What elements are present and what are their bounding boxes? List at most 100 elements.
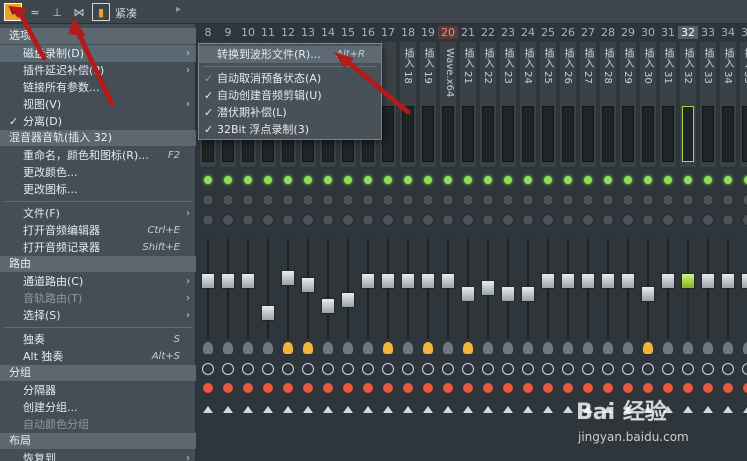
mixer-strip[interactable]: 24 插入 24 (518, 24, 538, 461)
enable-led-icon[interactable] (224, 176, 232, 184)
route-arrow-icon[interactable] (743, 406, 747, 413)
enable-led-icon[interactable] (324, 176, 332, 184)
route-arrow-icon[interactable] (303, 406, 313, 413)
route-arrow-icon[interactable] (343, 406, 353, 413)
stereo-knob[interactable] (342, 214, 354, 226)
menu-item[interactable]: 磁盘录制(D) › (0, 45, 196, 62)
volume-fader[interactable] (521, 285, 535, 302)
clock-icon[interactable] (622, 363, 634, 375)
volume-fader[interactable] (601, 273, 615, 290)
clock-icon[interactable] (742, 363, 747, 375)
clock-icon[interactable] (722, 363, 734, 375)
stereo-knob[interactable] (282, 214, 294, 226)
pan-knob[interactable] (602, 194, 614, 206)
mixer-strip[interactable]: 22 插入 22 (478, 24, 498, 461)
bulb-icon[interactable] (263, 342, 273, 354)
bulb-icon[interactable] (603, 342, 613, 354)
enable-led-icon[interactable] (384, 176, 392, 184)
menu-item[interactable]: 创建分组... (0, 399, 196, 416)
record-arm-icon[interactable] (283, 383, 293, 393)
record-arm-icon[interactable] (223, 383, 233, 393)
volume-fader[interactable] (241, 273, 255, 290)
menu-item[interactable]: 视图(V) › (0, 96, 196, 113)
volume-fader[interactable] (661, 273, 675, 290)
clock-icon[interactable] (322, 363, 334, 375)
stereo-knob[interactable] (722, 214, 734, 226)
pan-knob[interactable] (462, 194, 474, 206)
pan-knob[interactable] (542, 194, 554, 206)
strip-number[interactable]: 29 (618, 26, 638, 39)
record-arm-icon[interactable] (263, 383, 273, 393)
pan-knob[interactable] (662, 194, 674, 206)
stereo-knob[interactable] (662, 214, 674, 226)
stereo-knob[interactable] (222, 214, 234, 226)
bulb-icon[interactable] (643, 342, 653, 354)
pan-knob[interactable] (382, 194, 394, 206)
submenu-item[interactable]: ✓ 自动取消预备状态(A) (199, 70, 381, 87)
pan-knob[interactable] (562, 194, 574, 206)
strip-number[interactable]: 13 (298, 26, 318, 39)
menu-item[interactable]: 插件延迟补偿(P) › (0, 62, 196, 79)
record-arm-icon[interactable] (243, 383, 253, 393)
enable-led-icon[interactable] (444, 176, 452, 184)
volume-fader[interactable] (381, 273, 395, 290)
route-arrow-icon[interactable] (243, 406, 253, 413)
pan-knob[interactable] (622, 194, 634, 206)
volume-fader[interactable] (561, 273, 575, 290)
route-arrow-icon[interactable] (383, 406, 393, 413)
bulb-icon[interactable] (303, 342, 313, 354)
clock-icon[interactable] (442, 363, 454, 375)
bulb-icon[interactable] (703, 342, 713, 354)
stereo-knob[interactable] (302, 214, 314, 226)
enable-led-icon[interactable] (344, 176, 352, 184)
route-arrow-icon[interactable] (403, 406, 413, 413)
clock-icon[interactable] (562, 363, 574, 375)
pan-knob[interactable] (322, 194, 334, 206)
stereo-knob[interactable] (682, 214, 694, 226)
clock-icon[interactable] (642, 363, 654, 375)
clock-icon[interactable] (382, 363, 394, 375)
bulb-icon[interactable] (543, 342, 553, 354)
enable-led-icon[interactable] (304, 176, 312, 184)
pan-knob[interactable] (582, 194, 594, 206)
menu-item[interactable]: 更改颜色... (0, 164, 196, 181)
mixer-strip[interactable]: 19 插入 19 (418, 24, 438, 461)
stereo-knob[interactable] (582, 214, 594, 226)
pan-knob[interactable] (742, 194, 747, 206)
menu-item[interactable]: 文件(F) › (0, 205, 196, 222)
mixer-strip[interactable]: 35 插入 35 (738, 24, 747, 461)
volume-fader[interactable] (361, 273, 375, 290)
strip-number[interactable]: 21 (458, 26, 478, 39)
enable-led-icon[interactable] (684, 176, 692, 184)
clock-icon[interactable] (262, 363, 274, 375)
volume-fader[interactable] (321, 298, 335, 315)
clock-icon[interactable] (422, 363, 434, 375)
strip-number[interactable]: 15 (338, 26, 358, 39)
clock-icon[interactable] (702, 363, 714, 375)
strip-number[interactable]: 34 (718, 26, 738, 39)
clock-icon[interactable] (362, 363, 374, 375)
clock-icon[interactable] (682, 363, 694, 375)
strip-number[interactable]: 22 (478, 26, 498, 39)
stereo-knob[interactable] (422, 214, 434, 226)
bulb-icon[interactable] (623, 342, 633, 354)
enable-led-icon[interactable] (404, 176, 412, 184)
stereo-knob[interactable] (242, 214, 254, 226)
bulb-icon[interactable] (463, 342, 473, 354)
enable-led-icon[interactable] (284, 176, 292, 184)
route-arrow-icon[interactable] (203, 406, 213, 413)
bulb-icon[interactable] (283, 342, 293, 354)
volume-fader[interactable] (201, 273, 215, 290)
stereo-knob[interactable] (602, 214, 614, 226)
volume-fader[interactable] (481, 279, 495, 296)
pan-knob[interactable] (342, 194, 354, 206)
bulb-icon[interactable] (403, 342, 413, 354)
record-arm-icon[interactable] (403, 383, 413, 393)
enable-led-icon[interactable] (644, 176, 652, 184)
pan-knob[interactable] (702, 194, 714, 206)
route-arrow-icon[interactable] (483, 406, 493, 413)
pan-knob[interactable] (502, 194, 514, 206)
volume-fader[interactable] (301, 276, 315, 293)
volume-fader[interactable] (541, 273, 555, 290)
bulb-icon[interactable] (423, 342, 433, 354)
